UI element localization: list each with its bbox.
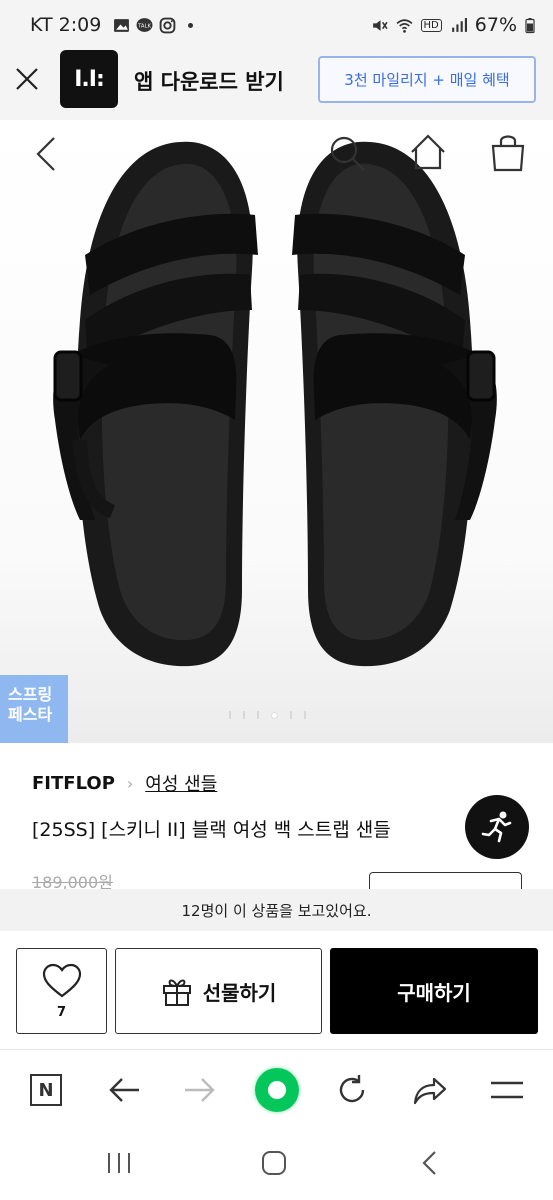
shopping-bag-icon[interactable] [488, 132, 528, 172]
browser-forward-button[interactable] [180, 1070, 220, 1110]
gallery-dot[interactable] [290, 711, 292, 719]
refresh-button[interactable] [332, 1070, 372, 1110]
signal-icon [451, 17, 467, 32]
product-title: [25SS] [스키니 II] 블랙 여성 백 스트랩 샌들 [32, 819, 391, 841]
gallery-dot[interactable] [257, 711, 259, 719]
gallery-icon [114, 18, 130, 32]
battery-icon [525, 17, 535, 33]
product-photo [53, 141, 497, 667]
app-logo: I.I: [60, 50, 118, 108]
back-arrow-icon[interactable] [32, 134, 60, 174]
refresh-icon [339, 1075, 365, 1103]
gift-label: 선물하기 [202, 980, 277, 1005]
home-square-icon [262, 1151, 286, 1175]
browser-back-button[interactable] [104, 1070, 144, 1110]
naver-home-button[interactable]: N [26, 1070, 66, 1110]
search-icon[interactable] [328, 134, 368, 174]
hd-badge: HD [420, 18, 442, 32]
recent-apps-button[interactable] [99, 1147, 139, 1179]
system-navigation-bar [0, 1131, 553, 1200]
gallery-dot[interactable] [229, 711, 231, 719]
arrow-left-icon [109, 1078, 139, 1102]
app-download-banner: I.I: 앱 다운로드 받기 3천 마일리지 + 매일 혜택 [0, 40, 553, 120]
browser-toolbar: N [0, 1049, 553, 1131]
home-nav-button[interactable] [254, 1147, 294, 1179]
brand-link[interactable]: FITFLOP [32, 773, 115, 794]
like-count: 7 [56, 1004, 67, 1020]
viewers-notice: 12명이 이 상품을 보고있어요. [0, 889, 553, 931]
green-dot-icon [255, 1068, 299, 1112]
breadcrumb: FITFLOP › 여성 샌들 [32, 770, 217, 796]
spring-festa-badge[interactable]: 스프링 페스타 [0, 675, 68, 743]
banner-title[interactable]: 앱 다운로드 받기 [134, 66, 284, 96]
wifi-icon [396, 18, 413, 33]
badge-line2: 페스타 [8, 705, 53, 724]
buy-button[interactable]: 구매하기 [330, 948, 538, 1034]
instagram-icon [159, 17, 176, 33]
kakaotalk-icon: TALK [136, 17, 153, 32]
battery-percent: 67% [474, 14, 517, 36]
back-chevron-icon [422, 1151, 436, 1175]
menu-button[interactable] [487, 1070, 527, 1110]
badge-line1: 스프링 [8, 685, 53, 704]
gift-icon [162, 979, 191, 1006]
promo-button[interactable]: 3천 마일리지 + 매일 혜택 [318, 56, 536, 103]
category-link[interactable]: 여성 샌들 [145, 770, 217, 796]
share-icon [413, 1077, 447, 1105]
hamburger-menu-icon [491, 1081, 523, 1099]
gallery-dot[interactable] [243, 711, 245, 719]
gallery-dot[interactable] [304, 711, 306, 719]
naver-n-icon: N [30, 1074, 62, 1106]
close-icon[interactable] [12, 64, 42, 94]
mute-icon [372, 19, 388, 31]
green-dot-button[interactable] [254, 1067, 300, 1113]
share-button[interactable] [410, 1070, 450, 1110]
like-button[interactable]: 7 [16, 948, 107, 1034]
back-nav-button[interactable] [410, 1147, 450, 1179]
home-icon[interactable] [408, 132, 448, 172]
breadcrumb-separator: › [126, 773, 134, 793]
notification-dot [188, 22, 194, 28]
carrier-time: KT 2:09 [30, 14, 102, 36]
runner-figure-icon [481, 811, 512, 843]
arrow-right-icon [185, 1078, 215, 1102]
recent-apps-icon [108, 1153, 130, 1173]
running-man-icon[interactable] [465, 795, 529, 859]
purchase-action-bar: 7 선물하기 구매하기 [0, 931, 553, 1049]
product-image-gallery[interactable] [0, 120, 553, 743]
gallery-pagination [229, 711, 306, 719]
gift-button[interactable]: 선물하기 [115, 948, 322, 1034]
heart-icon [42, 963, 81, 997]
gallery-dot-active[interactable] [271, 711, 278, 719]
talk-label: TALK [137, 23, 151, 29]
